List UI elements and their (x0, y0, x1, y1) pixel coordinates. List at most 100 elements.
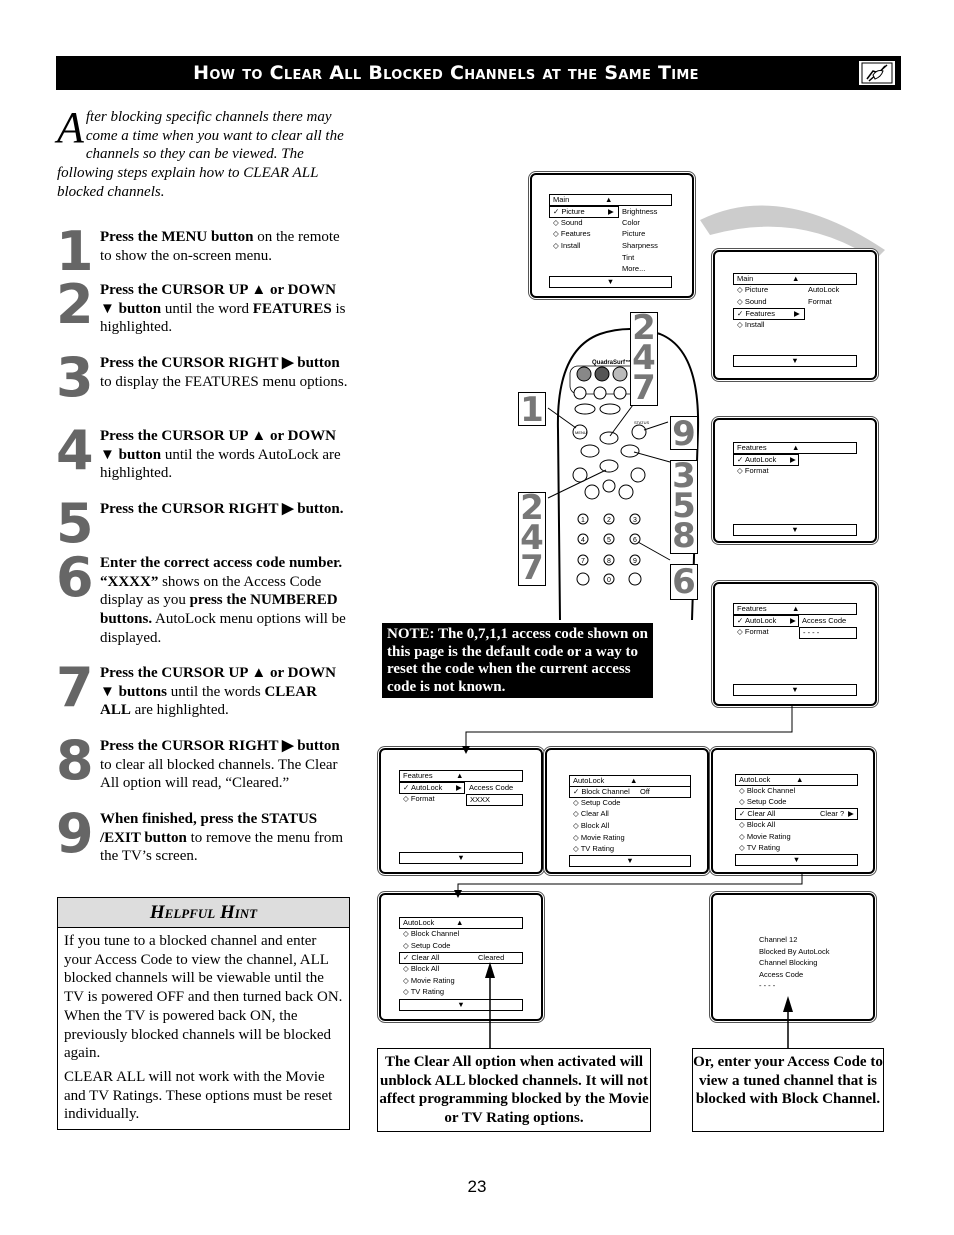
right-arrow-icon: ▶ (608, 207, 614, 216)
vol-down-button[interactable] (584, 484, 600, 500)
color-button[interactable] (594, 366, 610, 382)
arrow-head (462, 746, 470, 754)
key-label: 3 (633, 517, 637, 524)
submenu-item: Brightness (622, 207, 658, 216)
hint-paragraph: CLEAR ALL will not work with the Movie a… (64, 1068, 333, 1123)
cursor-left-button[interactable] (580, 444, 600, 458)
status-label: STATUS (634, 420, 650, 425)
connector-line (457, 874, 803, 896)
ach-button[interactable] (613, 386, 627, 400)
callout-step-1: 1 (518, 392, 546, 427)
menu-item-label: Sound (560, 218, 583, 227)
submenu-item: Sharpness (622, 241, 658, 250)
callout-step-6: 6 (670, 564, 698, 600)
step-number: 2 (56, 273, 94, 336)
submenu-item: Format (808, 297, 832, 306)
mute-button[interactable] (602, 479, 616, 493)
menu-item-label: Format (744, 627, 769, 636)
step-text: to display the FEATURES menu options. (100, 373, 348, 390)
cc-button[interactable] (599, 403, 621, 415)
key-label: 1 (581, 517, 585, 524)
step-number: 9 (56, 802, 94, 865)
access-code-label: Access Code (802, 616, 847, 625)
menu-item-label: Picture (744, 285, 769, 294)
key-label: 5 (607, 537, 611, 544)
ch-down-button[interactable] (618, 484, 634, 500)
step-text: until the word (161, 300, 253, 317)
up-arrow-icon: ▲ (605, 195, 613, 204)
submenu-item: Color (622, 218, 640, 227)
cursor-right-button[interactable] (620, 444, 640, 458)
menu-title: Features (737, 604, 767, 613)
cursor-up-button[interactable] (599, 431, 619, 445)
menu-title: Main (553, 195, 570, 204)
step-number: 6 (56, 546, 94, 609)
flow-connectors (454, 706, 803, 1048)
callout-steps-2-4-7-down: 2 4 7 (518, 491, 546, 586)
step-number: 5 (56, 492, 94, 555)
arrow-head (485, 962, 495, 978)
key-label: 2 (607, 517, 611, 524)
step-number: 3 (56, 346, 94, 409)
menu-item: ◇ Sound (553, 218, 583, 227)
step-bold: Press the CURSOR RIGHT ▶ button. (100, 501, 344, 517)
ch-up-button[interactable] (630, 467, 646, 483)
intro-paragraph: After blocking specific channels there m… (57, 103, 347, 202)
menu-item: ◇ Picture (737, 285, 769, 294)
helpful-hint-box: Helpful Hint If you tune to a blocked ch… (57, 897, 350, 1130)
menu-item: ◇ Format (737, 627, 769, 636)
blank-button[interactable] (628, 572, 642, 586)
arrow-head (783, 996, 793, 1012)
tv-screen-access-code-empty: Features ▲ ✓ AutoLock ▶ ◇ Format Access Co… (713, 582, 877, 706)
connector-line (465, 706, 793, 752)
title-bar: How to Clear All Blocked Channels at the… (56, 56, 901, 90)
menu-item-selected: ✓ AutoLock ▶ (733, 615, 799, 627)
key-label: 9 (633, 558, 637, 565)
menu-item-selected: ✓ Picture ▶ (549, 206, 619, 218)
status-exit-button[interactable] (631, 424, 647, 440)
step-number: 4 (56, 419, 94, 482)
page-number: 23 (467, 1177, 487, 1196)
menu-label: MENU (575, 430, 587, 435)
submenu-item: AutoLock (808, 285, 840, 294)
callout-step-9: 9 (670, 416, 698, 451)
menu-item-selected: ✓ AutoLock ▶ (733, 454, 799, 466)
sleep-button[interactable] (576, 572, 590, 586)
right-arrow-icon: ▶ (794, 309, 800, 318)
key-label: 7 (581, 558, 585, 565)
note-box: NOTE: The 0,7,1,1 access code shown on t… (382, 623, 653, 698)
power-smart-button[interactable] (573, 386, 587, 400)
access-code-callout: Or, enter your Access Code to view a tun… (692, 1048, 884, 1132)
color-button[interactable] (576, 366, 592, 382)
up-arrow-icon: ▲ (792, 604, 800, 613)
key-label: 6 (633, 537, 637, 544)
menu-item-label: Picture (561, 207, 585, 216)
menu-item-label: Features (560, 229, 591, 238)
drop-cap: A (57, 103, 84, 152)
menu-item: ◇ Format (737, 466, 769, 475)
menu-item-selected: ✓ Features ▶ (733, 308, 805, 320)
menu-item-label: Features (745, 309, 775, 318)
menu-title: Features (737, 443, 767, 452)
step-text: to clear all blocked channels. The Clear… (100, 756, 338, 792)
cursor-down-button[interactable] (599, 459, 619, 473)
menu-item-label: AutoLock (744, 455, 777, 464)
menu-item-label: AutoLock (744, 616, 777, 625)
menu-item-label: Install (744, 320, 765, 329)
hand-writing-icon (857, 59, 897, 87)
up-arrow-icon: ▲ (792, 443, 800, 452)
tv-screen-main-picture: Main ▲ ✓ Picture ▶ ◇ Sound ◇ Features ◇ In… (530, 173, 694, 298)
auto-sound-button[interactable] (574, 403, 596, 415)
down-arrow-icon: ▼ (733, 684, 857, 696)
right-arrow-icon: ▶ (790, 616, 796, 625)
av-button[interactable] (593, 386, 607, 400)
tv-screen-main-features: Main ▲ ◇ Picture ◇ Sound ✓ Features ▶ ◇ In… (713, 250, 877, 380)
menu-item-label: Sound (744, 297, 767, 306)
menu-title: Main (737, 274, 754, 283)
step-text: are highlighted. (130, 702, 229, 719)
submenu-item: More... (622, 264, 646, 273)
access-code-field: - - - - (799, 627, 857, 639)
submenu-item: Tint (622, 253, 635, 262)
color-button[interactable] (612, 366, 628, 382)
down-arrow-icon: ▼ (733, 524, 857, 536)
